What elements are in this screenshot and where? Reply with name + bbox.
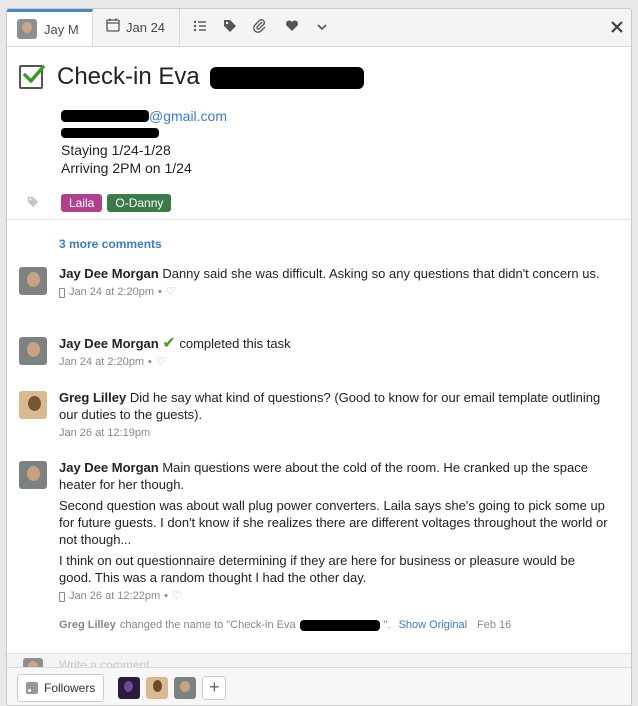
story-author[interactable]: Greg Lilley [59, 619, 116, 631]
show-original-link[interactable]: Show Original [399, 619, 467, 631]
comment-text: Did he say what kind of questions? (Good… [59, 390, 601, 422]
story-text: changed the name to "Check-in Eva [119, 619, 296, 631]
comment-time[interactable]: Jan 24 at 2:20pm [59, 354, 144, 371]
mobile-icon [59, 591, 65, 602]
comment-author[interactable]: Jay Dee Morgan [59, 460, 159, 475]
attachment-icon[interactable] [251, 19, 269, 37]
heart-icon[interactable]: ♡ [172, 588, 182, 605]
task-title-text: Check-in Eva [57, 63, 200, 90]
followers-bar: Followers + [7, 667, 631, 705]
comment: Jay Dee Morgan Danny said she was diffic… [19, 265, 609, 301]
task-title[interactable]: Check-in Eva [57, 63, 365, 91]
comment-time[interactable]: Jan 26 at 12:22pm [69, 588, 160, 605]
comment-author[interactable]: Jay Dee Morgan [59, 266, 159, 281]
comment-time[interactable]: Jan 26 at 12:19pm [59, 425, 150, 442]
comment: Jay Dee Morgan ✔ completed this task Jan… [19, 335, 609, 371]
follower-avatars: + [118, 675, 227, 700]
assignee-name: Jay M [44, 21, 79, 37]
rss-icon [26, 681, 38, 694]
heart-icon[interactable] [283, 19, 301, 37]
tag-icon [27, 196, 41, 211]
checkmark-icon: ✔ [162, 335, 176, 352]
phone-line [61, 125, 227, 141]
email-line: @gmail.com [61, 107, 227, 125]
close-icon[interactable] [611, 16, 623, 38]
redaction-bar [210, 66, 365, 89]
due-date-label: Jan 24 [126, 20, 166, 35]
due-date-tab[interactable]: Jan 24 [94, 9, 180, 46]
complete-checkbox[interactable] [19, 65, 45, 89]
redaction-bar [61, 110, 149, 122]
heart-icon[interactable]: ♡ [166, 284, 176, 301]
avatar[interactable] [19, 267, 47, 295]
email-domain[interactable]: @gmail.com [149, 107, 227, 125]
tag-icon[interactable] [221, 19, 239, 37]
comment-meta: Jan 24 at 2:20pm • ♡ [59, 284, 600, 301]
comment-author[interactable]: Jay Dee Morgan [59, 336, 159, 351]
tag-o-danny[interactable]: O-Danny [107, 194, 172, 212]
comment: Jay Dee Morgan Main questions were about… [19, 459, 609, 605]
avatar[interactable] [19, 337, 47, 365]
task-title-row: Check-in Eva [19, 63, 365, 91]
task-description[interactable]: @gmail.com Staying 1/24-1/28 Arriving 2P… [61, 107, 227, 177]
avatar[interactable] [19, 391, 47, 419]
subtasks-icon[interactable] [191, 19, 209, 37]
comment-composer[interactable]: Write a comment... [7, 653, 631, 678]
tag-laila[interactable]: Laila [61, 194, 103, 212]
comment: Greg Lilley Did he say what kind of ques… [19, 389, 609, 442]
comment-paragraph: Second question was about wall plug powe… [59, 498, 608, 547]
story-date: Feb 16 [477, 619, 512, 631]
comment-text: completed this task [179, 336, 291, 351]
comment-meta: Jan 24 at 2:20pm • ♡ [59, 354, 291, 371]
comment-author[interactable]: Greg Lilley [59, 390, 126, 405]
followers-label: Followers [44, 680, 96, 695]
divider [7, 219, 631, 220]
task-toolbar: Jay M Jan 24 [7, 9, 631, 47]
story-item: Greg Lilley changed the name to "Check-i… [59, 619, 511, 631]
comment-meta: Jan 26 at 12:22pm • ♡ [59, 588, 609, 605]
story-text-end: ". [383, 619, 391, 631]
comment-text: Danny said she was difficult. Asking so … [162, 266, 600, 281]
comment-paragraph: I think on out questionnaire determining… [59, 553, 575, 585]
comment-time[interactable]: Jan 24 at 2:20pm [69, 284, 154, 301]
arrival-time: Arriving 2PM on 1/24 [61, 160, 192, 176]
follower-avatar[interactable] [118, 676, 141, 699]
follower-avatar[interactable] [174, 676, 197, 699]
heart-icon[interactable]: ♡ [156, 354, 166, 371]
comment-meta: Jan 26 at 12:19pm [59, 425, 609, 442]
stay-dates: Staying 1/24-1/28 [61, 142, 171, 158]
calendar-icon [106, 18, 120, 37]
follower-avatar[interactable] [146, 676, 169, 699]
tag-list: Laila O-Danny [27, 194, 176, 212]
followers-button[interactable]: Followers [17, 673, 105, 702]
redaction-bar [61, 128, 159, 138]
mobile-icon [59, 287, 65, 298]
assignee-avatar [17, 19, 37, 39]
avatar[interactable] [19, 461, 47, 489]
more-comments-link[interactable]: 3 more comments [59, 237, 162, 251]
add-follower-button[interactable]: + [202, 675, 227, 700]
chevron-down-icon[interactable] [313, 19, 331, 37]
task-detail-panel: Jay M Jan 24 Check-in Eva @gmail.com Sta… [6, 8, 632, 706]
assignee-tab[interactable]: Jay M [7, 9, 93, 46]
redaction-bar [299, 619, 380, 631]
